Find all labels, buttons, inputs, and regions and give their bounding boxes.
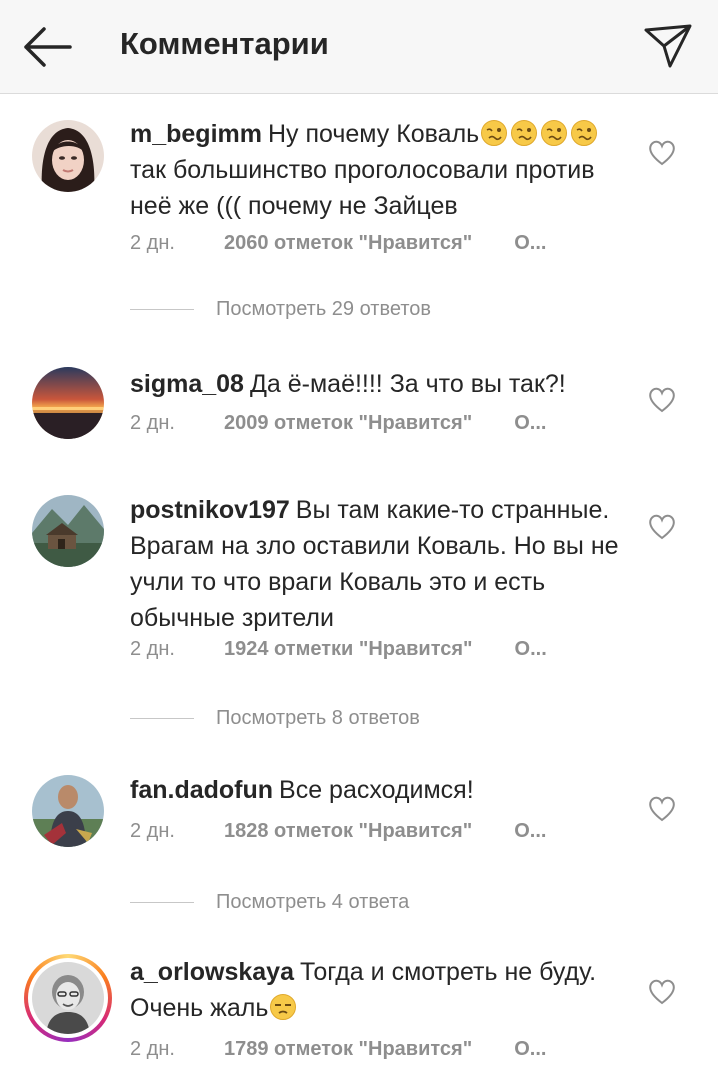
back-arrow-icon[interactable] bbox=[20, 22, 76, 72]
reply-button[interactable]: О... bbox=[514, 412, 546, 434]
comment-item: a_orlowskaya Тогда и смотреть не буду. Оч… bbox=[0, 954, 718, 1074]
avatar[interactable] bbox=[32, 367, 104, 439]
view-replies-label[interactable]: Посмотреть 4 ответа bbox=[216, 891, 409, 914]
direct-send-icon[interactable] bbox=[640, 20, 696, 72]
view-replies[interactable]: Посмотреть 8 ответов bbox=[130, 706, 420, 730]
woozy-face-emoji bbox=[479, 120, 599, 148]
like-heart-icon[interactable] bbox=[648, 140, 676, 166]
comment-time: 2 дн. bbox=[130, 412, 175, 434]
comment-username[interactable]: postnikov197 bbox=[130, 496, 290, 524]
view-replies[interactable]: Посмотреть 29 ответов bbox=[130, 297, 431, 321]
comment-text: a_orlowskaya Тогда и смотреть не буду. Оч… bbox=[130, 954, 625, 1026]
top-bar: Комментарии bbox=[0, 0, 718, 94]
comment-likes[interactable]: 1924 отметки "Нравится" bbox=[224, 638, 473, 660]
like-heart-icon[interactable] bbox=[648, 387, 676, 413]
comment-meta: 2 дн. 1828 отметок "Нравится" О... bbox=[130, 820, 546, 843]
like-heart-icon[interactable] bbox=[648, 979, 676, 1005]
view-replies-label[interactable]: Посмотреть 29 ответов bbox=[216, 298, 431, 321]
reply-button[interactable]: О... bbox=[514, 820, 546, 842]
comment-time: 2 дн. bbox=[130, 1038, 175, 1060]
comment-time: 2 дн. bbox=[130, 820, 175, 842]
comment-username[interactable]: fan.dadofun bbox=[130, 776, 273, 804]
comment-username[interactable]: a_orlowskaya bbox=[130, 958, 294, 986]
page-title: Комментарии bbox=[120, 26, 329, 61]
reply-button[interactable]: О... bbox=[514, 1038, 546, 1060]
comment-body: Ну почему Коваль bbox=[267, 120, 480, 148]
comment-time: 2 дн. bbox=[130, 232, 175, 254]
comment-time: 2 дн. bbox=[130, 638, 175, 660]
comment-meta: 2 дн. 1924 отметки "Нравится" О... bbox=[130, 638, 547, 661]
view-replies[interactable]: Посмотреть 4 ответа bbox=[130, 890, 409, 914]
divider-line bbox=[130, 308, 194, 310]
comment-body-continued: так большинство проголосовали против неё… bbox=[130, 156, 595, 220]
comment-text: m_begimm Ну почему Коваль так большинство… bbox=[130, 116, 625, 224]
comment-text: sigma_08 Да ё-маё!!!! За что вы так?! bbox=[130, 366, 625, 402]
like-heart-icon[interactable] bbox=[648, 514, 676, 540]
view-replies-label[interactable]: Посмотреть 8 ответов bbox=[216, 707, 420, 730]
avatar[interactable] bbox=[32, 775, 104, 847]
avatar bbox=[32, 962, 104, 1034]
avatar-ring-inner bbox=[28, 958, 108, 1038]
comment-meta: 2 дн. 1789 отметок "Нравится" О... bbox=[130, 1038, 546, 1061]
divider-line bbox=[130, 901, 194, 903]
unamused-face-emoji bbox=[268, 994, 298, 1022]
story-ring-avatar[interactable] bbox=[24, 954, 112, 1042]
comment-likes[interactable]: 2009 отметок "Нравится" bbox=[224, 412, 472, 434]
comment-meta: 2 дн. 2009 отметок "Нравится" О... bbox=[130, 412, 546, 435]
avatar[interactable] bbox=[32, 495, 104, 567]
comment-likes[interactable]: 1828 отметок "Нравится" bbox=[224, 820, 472, 842]
comment-text: postnikov197 Вы там какие-то странные. Вр… bbox=[130, 492, 625, 636]
reply-button[interactable]: О... bbox=[515, 638, 547, 660]
like-heart-icon[interactable] bbox=[648, 796, 676, 822]
comment-item: fan.dadofun Все расходимся! 2 дн. 1828 отм… bbox=[0, 772, 718, 922]
comment-likes[interactable]: 2060 отметок "Нравится" bbox=[224, 232, 472, 254]
comment-username[interactable]: sigma_08 bbox=[130, 370, 244, 398]
reply-button[interactable]: О... bbox=[514, 232, 546, 254]
comment-likes[interactable]: 1789 отметок "Нравится" bbox=[224, 1038, 472, 1060]
comment-item: postnikov197 Вы там какие-то странные. Вр… bbox=[0, 492, 718, 732]
comment-meta: 2 дн. 2060 отметок "Нравится" О... bbox=[130, 232, 546, 255]
comment-text: fan.dadofun Все расходимся! bbox=[130, 772, 625, 808]
comment-item: sigma_08 Да ё-маё!!!! За что вы так?! 2 д… bbox=[0, 366, 718, 446]
comment-username[interactable]: m_begimm bbox=[130, 120, 262, 148]
avatar[interactable] bbox=[32, 120, 104, 192]
divider-line bbox=[130, 717, 194, 719]
comment-body: Все расходимся! bbox=[279, 776, 474, 804]
comment-item: m_begimm Ну почему Коваль так большинство… bbox=[0, 116, 718, 336]
comment-body: Да ё-маё!!!! За что вы так?! bbox=[249, 370, 566, 398]
